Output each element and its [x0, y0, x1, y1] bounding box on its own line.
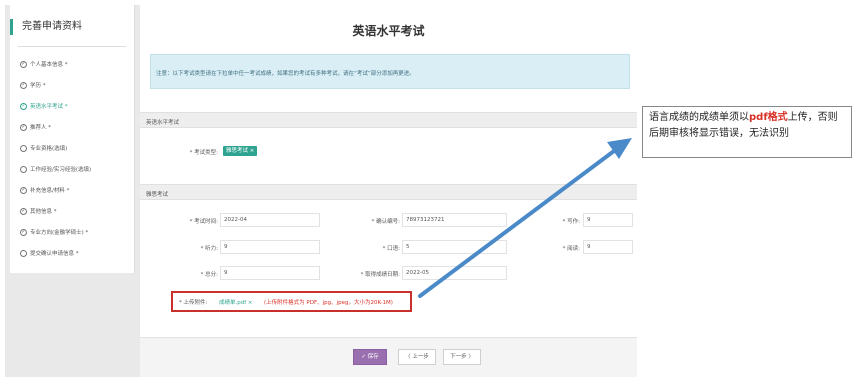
total-score-field[interactable]: 9	[220, 266, 320, 280]
upload-highlight-box: * 上传附件: 成绩单.pdf × (上传附件格式为 PDF、jpg、jpeg，…	[171, 291, 412, 312]
section-title-ielts: 雅思考试	[146, 192, 169, 198]
sidebar-item-label: 专业资格(选填)	[30, 146, 68, 152]
section-header-english-test: 英语水平考试	[140, 112, 637, 128]
sidebar-item-label: 其他信息 *	[30, 209, 57, 215]
sidebar-item[interactable]: ✓ 其他信息 *	[20, 205, 57, 217]
check-circle-icon: ✓	[20, 123, 27, 131]
sidebar: 完善申请资料 ✓ 个人基本信息 * ✓ 学历 * ✓ 英语水平考试 * ✓ 推荐人 * 专业资格…	[10, 5, 135, 273]
sidebar-item-label: 个人基本信息 *	[30, 62, 68, 68]
writing-field[interactable]: 9	[583, 213, 633, 227]
sidebar-item-label: 推荐人 *	[30, 125, 51, 131]
circle-icon	[20, 144, 27, 152]
save-button[interactable]: ✓ 保存	[353, 349, 387, 365]
screenshot-root: 完善申请资料 ✓ 个人基本信息 * ✓ 学历 * ✓ 英语水平考试 * ✓ 推荐人 * 专业资格…	[0, 0, 857, 382]
listening-label: * 听力:	[200, 246, 218, 252]
annotation-prefix: 语言成绩的成绩单须以	[649, 112, 749, 123]
reading-label: * 阅读:	[562, 246, 580, 252]
confirm-number-label: * 确认编号:	[371, 219, 400, 225]
speaking-label: * 口语:	[382, 246, 400, 252]
check-circle-icon: ✓	[20, 186, 27, 194]
listening-field[interactable]: 9	[220, 240, 320, 254]
page-title: 英语水平考试	[352, 24, 425, 38]
sidebar-item[interactable]: 工作经验/实习经验(选填)	[20, 163, 91, 175]
form-footer: ✓ 保存 〈 上一步 下一步 〉	[140, 337, 637, 377]
writing-label: * 写作:	[562, 219, 580, 225]
check-circle-icon: ✓	[20, 60, 27, 68]
sidebar-item[interactable]: 提交确认申请信息 *	[20, 247, 79, 259]
upload-format-hint: (上传附件格式为 PDF、jpg、jpeg，大小为20K-1M)	[264, 300, 393, 306]
previous-step-button[interactable]: 〈 上一步	[398, 349, 436, 365]
sidebar-item[interactable]: ✓ 学历 *	[20, 79, 46, 91]
speaking-field[interactable]: 5	[402, 240, 507, 254]
sidebar-item[interactable]: ✓ 个人基本信息 *	[20, 58, 68, 70]
sidebar-item[interactable]: ✓ 补充信息/材料 *	[20, 184, 69, 196]
sidebar-item-label: 补充信息/材料 *	[30, 188, 70, 194]
sidebar-title: 完善申请资料	[10, 19, 82, 35]
sidebar-item[interactable]: 专业资格(选填)	[20, 142, 67, 154]
score-date-field[interactable]: 2022-05	[402, 266, 507, 280]
main-panel: 英语水平考试 注意：以下考试类型请在下拉单中任一考试成绩，如果您的考试有多种考试…	[140, 5, 637, 377]
uploaded-file-link[interactable]: 成绩单.pdf ×	[219, 298, 253, 306]
section-title-english-test: 英语水平考试	[146, 120, 180, 126]
circle-icon	[20, 249, 27, 257]
annotation-callout: 语言成绩的成绩单须以pdf格式上传，否则后期审核将显示错误，无法识别	[642, 106, 852, 158]
sidebar-item[interactable]: ✓ 专业方向(金融学硕士) *	[20, 226, 88, 238]
exam-date-label: * 考试时间:	[189, 219, 218, 225]
check-circle-icon: ✓	[20, 81, 27, 89]
notice-box: 注意：以下考试类型请在下拉单中任一考试成绩，如果您的考试有多种考试，请在“考试”…	[150, 54, 630, 89]
check-circle-icon: ✓	[20, 207, 27, 215]
section-header-ielts: 雅思考试	[140, 184, 637, 200]
sidebar-item-label: 学历 *	[30, 83, 46, 89]
reading-field[interactable]: 9	[583, 240, 633, 254]
circle-icon	[20, 165, 27, 173]
check-circle-icon: ✓	[20, 102, 27, 110]
sidebar-item-label: 提交确认申请信息 *	[30, 251, 79, 257]
exam-date-field[interactable]: 2022-04	[220, 213, 320, 227]
sidebar-item-label: 工作经验/实习经验(选填)	[30, 167, 92, 173]
exam-type-tag[interactable]: 雅思考试 ×	[223, 146, 258, 156]
exam-type-label: * 考试类型:	[189, 150, 218, 156]
sidebar-item[interactable]: ✓ 英语水平考试 *	[20, 100, 68, 112]
sidebar-item[interactable]: ✓ 推荐人 *	[20, 121, 51, 133]
score-date-label: * 取得成绩日期:	[360, 272, 400, 278]
total-score-label: * 总分:	[200, 272, 218, 278]
sidebar-item-label: 专业方向(金融学硕士) *	[30, 230, 89, 236]
confirm-number-field[interactable]: 78973123721	[402, 213, 507, 227]
notice-text: 注意：以下考试类型请在下拉单中任一考试成绩，如果您的考试有多种考试，请在“考试”…	[156, 71, 415, 77]
check-circle-icon: ✓	[20, 228, 27, 236]
sidebar-item-label: 英语水平考试 *	[30, 104, 68, 110]
annotation-highlight: pdf格式	[749, 112, 788, 123]
next-step-button[interactable]: 下一步 〉	[443, 349, 481, 365]
application-window: 完善申请资料 ✓ 个人基本信息 * ✓ 学历 * ✓ 英语水平考试 * ✓ 推荐人 * 专业资格…	[5, 5, 637, 377]
sidebar-divider	[18, 46, 126, 47]
upload-label: * 上传附件:	[179, 300, 208, 306]
